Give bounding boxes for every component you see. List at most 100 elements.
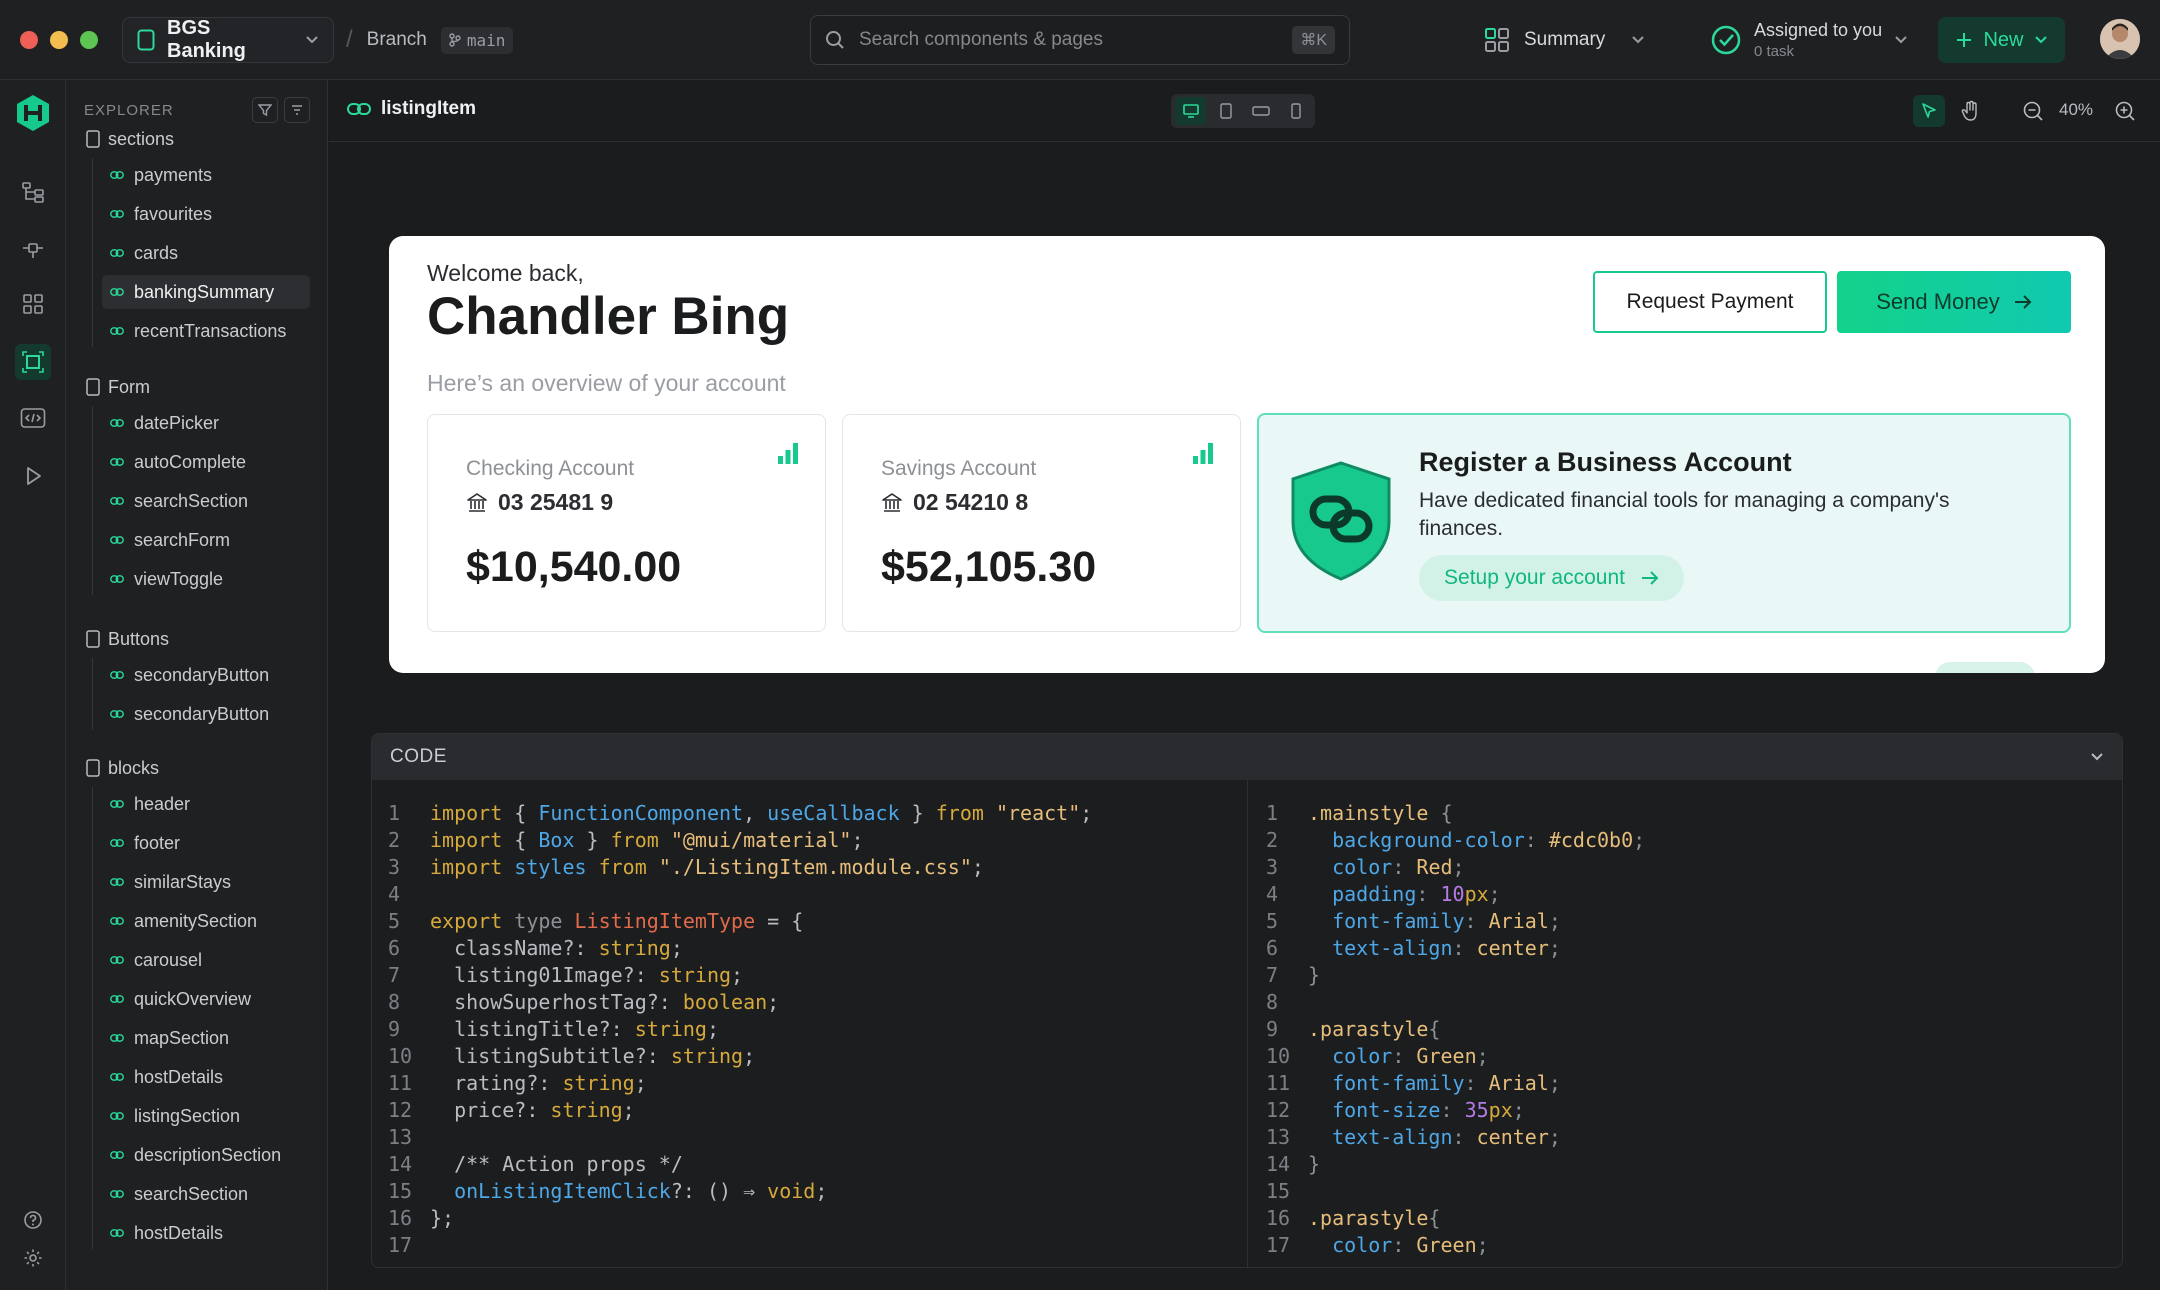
user-avatar[interactable] — [2100, 19, 2140, 59]
code-line: 15 onListingItemClick?: () ⇒ void; — [388, 1179, 828, 1203]
check-circle-icon — [1710, 24, 1742, 56]
checking-account-card[interactable]: Checking Account 03 25481 9 $10,540.00 — [427, 414, 826, 632]
summary-dropdown[interactable]: Summary — [1484, 22, 1645, 58]
tree-item-secondarybutton[interactable]: secondaryButton — [102, 697, 310, 731]
link-icon — [110, 249, 124, 257]
maximize-window-button[interactable] — [80, 31, 98, 49]
component-flow-icon[interactable] — [17, 232, 49, 264]
savings-account-card[interactable]: Savings Account 02 54210 8 $52,105.30 — [842, 414, 1241, 632]
folder-sections[interactable]: sections — [86, 124, 174, 154]
css-code-editor[interactable]: 1 .mainstyle {2 background-color: #cdc0b0… — [1266, 800, 1645, 1259]
sort-button[interactable] — [284, 97, 310, 123]
hand-tool-button[interactable] — [1955, 95, 1987, 127]
account-balance: $10,540.00 — [466, 543, 682, 591]
tree-item-footer[interactable]: footer — [102, 826, 310, 860]
project-icon — [137, 29, 155, 51]
tree-item-secondarybutton[interactable]: secondaryButton — [102, 658, 310, 692]
tree-item-autocomplete[interactable]: autoComplete — [102, 445, 310, 479]
branch-chip[interactable]: main — [440, 26, 514, 54]
hierarchy-icon[interactable] — [17, 176, 49, 208]
code-line: 9 listingTitle?: string; — [388, 1017, 719, 1041]
arrow-right-icon — [2014, 294, 2032, 310]
close-window-button[interactable] — [20, 31, 38, 49]
search-input[interactable] — [859, 29, 1279, 51]
desktop-view-button[interactable] — [1175, 97, 1206, 125]
tree-item-label: searchSection — [134, 1183, 249, 1204]
code-line: 10 listingSubtitle?: string; — [388, 1044, 756, 1068]
project-name: BGS Banking — [167, 17, 246, 62]
setup-account-button[interactable]: Setup your account — [1419, 555, 1684, 601]
tree-item-descriptionsection[interactable]: descriptionSection — [102, 1138, 310, 1172]
new-button[interactable]: New — [1938, 17, 2065, 63]
tree-item-label: favourites — [134, 203, 213, 224]
bank-icon — [881, 492, 903, 514]
code-panel-header[interactable]: CODE — [372, 734, 2122, 780]
code-line: 13 text-align: center; — [1266, 1125, 1561, 1149]
folder-form[interactable]: Form — [86, 372, 150, 402]
request-payment-button[interactable]: Request Payment — [1593, 271, 1827, 333]
zoom-out-button[interactable] — [2017, 95, 2049, 127]
tree-item-searchsection[interactable]: searchSection — [102, 484, 310, 518]
landscape-view-button[interactable] — [1245, 97, 1276, 125]
link-icon — [110, 1190, 124, 1198]
help-icon[interactable] — [17, 1204, 49, 1236]
tree-item-carousel[interactable]: carousel — [102, 943, 310, 977]
tree-item-payments[interactable]: payments — [102, 158, 310, 192]
link-icon — [347, 102, 371, 116]
tree-item-favourites[interactable]: favourites — [102, 197, 310, 231]
tree-item-searchsection[interactable]: searchSection — [102, 1177, 310, 1211]
chevron-down-icon[interactable] — [2090, 752, 2104, 762]
tree-item-hostdetails[interactable]: hostDetails — [102, 1216, 310, 1250]
folder-buttons[interactable]: Buttons — [86, 624, 169, 654]
search-bar[interactable]: ⌘K — [810, 15, 1350, 65]
link-icon — [110, 1034, 124, 1042]
tree-item-label: autoComplete — [134, 451, 247, 472]
tree-item-datepicker[interactable]: datePicker — [102, 406, 310, 440]
tree-item-amenitysection[interactable]: amenitySection — [102, 904, 310, 938]
link-icon — [110, 288, 124, 296]
tree-item-mapsection[interactable]: mapSection — [102, 1021, 310, 1055]
frame-select-icon[interactable] — [15, 344, 51, 380]
tree-item-searchform[interactable]: searchForm — [102, 523, 310, 557]
tree-guide-line — [92, 406, 93, 595]
send-money-button[interactable]: Send Money — [1837, 271, 2071, 333]
explorer-title: EXPLORER — [84, 101, 174, 119]
link-icon — [110, 956, 124, 964]
tree-item-label: quickOverview — [134, 988, 252, 1009]
tree-item-recenttransactions[interactable]: recentTransactions — [102, 314, 310, 348]
tree-item-bankingsummary[interactable]: bankingSummary — [102, 275, 310, 309]
tree-item-header[interactable]: header — [102, 787, 310, 821]
branch-selector[interactable]: / Branch main — [346, 24, 514, 56]
minimize-window-button[interactable] — [50, 31, 68, 49]
grid-layout-icon — [1484, 27, 1510, 53]
tree-item-cards[interactable]: cards — [102, 236, 310, 270]
tree-item-listingsection[interactable]: listingSection — [102, 1099, 310, 1133]
assigned-tasks-dropdown[interactable]: Assigned to you 0 task — [1710, 16, 1908, 64]
user-name: Chandler Bing — [427, 287, 790, 346]
filter-button[interactable] — [252, 97, 278, 123]
tablet-view-button[interactable] — [1210, 97, 1241, 125]
grid-icon[interactable] — [17, 288, 49, 320]
tree-item-viewtoggle[interactable]: viewToggle — [102, 562, 310, 596]
play-icon[interactable] — [17, 460, 49, 492]
code-line: 1 import { FunctionComponent, useCallback… — [388, 801, 1093, 825]
folder-blocks[interactable]: blocks — [86, 753, 159, 783]
settings-icon[interactable] — [17, 1242, 49, 1274]
tsx-code-editor[interactable]: 1 import { FunctionComponent, useCallback… — [388, 800, 1092, 1259]
code-icon[interactable] — [17, 402, 49, 434]
code-line: 2 import { Box } from "@mui/material"; — [388, 828, 864, 852]
tree-item-similarstays[interactable]: similarStays — [102, 865, 310, 899]
code-line: 5 export type ListingItemType = { — [388, 909, 804, 933]
component-breadcrumb: listingItem — [347, 98, 476, 120]
explorer-panel: EXPLORER sections payments favourites cards… — [66, 80, 328, 1290]
zoom-out-icon — [2023, 101, 2043, 121]
tree-item-hostdetails[interactable]: hostDetails — [102, 1060, 310, 1094]
mobile-view-button[interactable] — [1280, 97, 1311, 125]
tree-item-quickoverview[interactable]: quickOverview — [102, 982, 310, 1016]
hand-icon — [1961, 100, 1977, 121]
zoom-in-button[interactable] — [2109, 95, 2141, 127]
folder-label: Form — [108, 376, 150, 397]
code-line: 12 font-size: 35px; — [1266, 1098, 1525, 1122]
select-tool-button[interactable] — [1913, 95, 1945, 127]
project-switcher[interactable]: BGS Banking — [122, 17, 334, 63]
